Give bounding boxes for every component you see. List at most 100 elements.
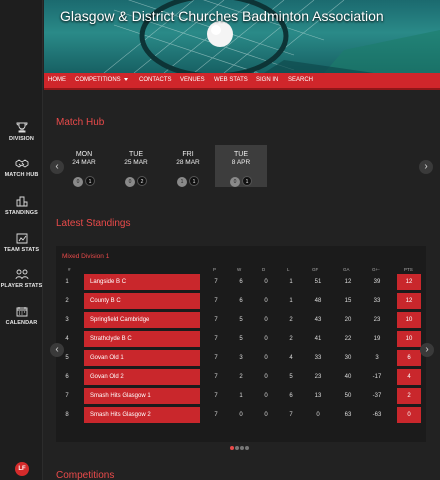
cell-gf: 43 — [314, 317, 322, 323]
table-row[interactable]: 6 Govan Old 2 7 2 0 5 23 40 -17 4 — [56, 369, 426, 386]
main-navbar: HOME COMPETITIONS CONTACTS VENUES WEB ST… — [44, 73, 440, 90]
row-position: 1 — [65, 279, 69, 285]
nav-search[interactable]: SEARCH — [288, 77, 313, 83]
team-name[interactable]: Smash Hits Glasgow 1 — [84, 388, 200, 404]
nav-sign-in[interactable]: SIGN IN — [256, 77, 278, 83]
row-position: 8 — [65, 412, 69, 418]
match-date: 8 APR — [231, 159, 251, 166]
match-card[interactable]: TUE 25 MAR 02 — [110, 145, 162, 187]
standings-title: Latest Standings — [56, 218, 131, 229]
cell-pts: 0 — [397, 407, 421, 423]
cell-gd: 33 — [373, 298, 381, 304]
nav-venues[interactable]: VENUES — [180, 77, 205, 83]
sidebar-item-division[interactable]: DIVISION — [0, 122, 43, 142]
team-name[interactable]: Smash Hits Glasgow 2 — [84, 407, 200, 423]
cell-d: 0 — [264, 279, 268, 285]
sidebar-item-label: DIVISION — [9, 136, 34, 142]
nav-contacts[interactable]: CONTACTS — [139, 77, 172, 83]
cell-d: 0 — [264, 412, 268, 418]
cell-gf: 13 — [314, 393, 322, 399]
match-card[interactable]: FRI 28 MAR 11 — [162, 145, 214, 187]
cell-pts: 12 — [397, 274, 421, 290]
cell-pts: 2 — [397, 388, 421, 404]
team-name[interactable]: Strathclyde B C — [84, 331, 200, 347]
sidebar-item-label: TEAM STATS — [3, 247, 40, 253]
cell-d: 0 — [264, 374, 268, 380]
standings-next-button[interactable]: › — [420, 343, 434, 357]
cell-gd: -63 — [372, 412, 382, 418]
count-badge: 0 — [73, 177, 83, 187]
sidebar-item-match-hub[interactable]: MATCH HUB — [0, 158, 43, 178]
table-row[interactable]: 4 Strathclyde B C 7 5 0 2 41 22 19 10 — [56, 331, 426, 348]
match-counts: 02 — [110, 170, 162, 187]
cell-p: 7 — [214, 355, 218, 361]
table-row[interactable]: 7 Smash Hits Glasgow 1 7 1 0 6 13 50 -37 2 — [56, 388, 426, 405]
header-ga: GA — [343, 267, 350, 272]
standings-table: Mixed Division 1 # P W D L GF GA G+- PTS… — [56, 246, 426, 442]
team-name[interactable]: Langside B C — [84, 274, 200, 290]
team-name[interactable]: Govan Old 2 — [84, 369, 200, 385]
cell-w: 6 — [239, 298, 243, 304]
table-row[interactable]: 8 Smash Hits Glasgow 2 7 0 0 7 0 63 -63 0 — [56, 407, 426, 424]
table-row[interactable]: 2 County B C 7 6 0 1 48 15 33 12 — [56, 293, 426, 310]
cell-ga: 15 — [344, 298, 352, 304]
cell-l: 2 — [289, 336, 293, 342]
cell-w: 3 — [239, 355, 243, 361]
pagination-dot[interactable] — [245, 446, 249, 450]
match-card[interactable]: MON 24 MAR 01 — [58, 145, 110, 187]
standings-prev-button[interactable]: ‹ — [50, 343, 64, 357]
cell-gf: 23 — [314, 374, 322, 380]
cell-p: 7 — [214, 393, 218, 399]
cell-p: 7 — [214, 298, 218, 304]
header-l: L — [287, 267, 290, 272]
cell-ga: 22 — [344, 336, 352, 342]
sidebar-item-standings[interactable]: STANDINGS — [0, 196, 43, 216]
calendar-icon — [16, 307, 27, 317]
team-name[interactable]: Govan Old 1 — [84, 350, 200, 366]
team-name[interactable]: Springfield Cambridge — [84, 312, 200, 328]
match-card-selected[interactable]: TUE 8 APR 01 — [215, 145, 267, 187]
pagination-dot[interactable] — [240, 446, 244, 450]
competitions-title: Competitions — [56, 470, 115, 480]
match-hub-next-button[interactable]: › — [419, 160, 433, 174]
nav-web-stats[interactable]: WEB STATS — [214, 77, 248, 83]
cell-ga: 50 — [344, 393, 352, 399]
site-title: Glasgow & District Churches Badminton As… — [60, 8, 384, 24]
header-pts: PTS — [404, 267, 413, 272]
sidebar-item-label: CALENDAR — [5, 320, 38, 326]
nav-competitions[interactable]: COMPETITIONS — [75, 77, 128, 83]
team-name[interactable]: County B C — [84, 293, 200, 309]
row-position: 6 — [65, 374, 69, 380]
app-logo[interactable]: LF — [15, 462, 29, 476]
cell-p: 7 — [214, 374, 218, 380]
nav-home[interactable]: HOME — [48, 77, 66, 83]
match-day: TUE — [129, 151, 143, 158]
count-badge: 1 — [189, 176, 199, 186]
cell-gd: -37 — [372, 393, 382, 399]
row-position: 2 — [65, 298, 69, 304]
cell-w: 1 — [239, 393, 243, 399]
cell-w: 2 — [239, 374, 243, 380]
sidebar-item-player-stats[interactable]: PLAYER STATS — [0, 269, 43, 289]
pagination-dot[interactable] — [235, 446, 239, 450]
pagination-dot[interactable] — [230, 446, 234, 450]
header-d: D — [262, 267, 266, 272]
table-row[interactable]: 3 Springfield Cambridge 7 5 0 2 43 20 23 10 — [56, 312, 426, 329]
cell-w: 0 — [239, 412, 243, 418]
division-name[interactable]: Mixed Division 1 — [62, 253, 109, 260]
handshake-icon — [15, 159, 28, 168]
nav-competitions-label: COMPETITIONS — [75, 77, 121, 83]
cell-gd: 19 — [373, 336, 381, 342]
sidebar-item-team-stats[interactable]: TEAM STATS — [0, 233, 43, 253]
table-row[interactable]: 5 Govan Old 1 7 3 0 4 33 30 3 6 — [56, 350, 426, 367]
count-badge: 1 — [177, 177, 187, 187]
count-badge: 2 — [137, 176, 147, 186]
cell-w: 5 — [239, 336, 243, 342]
table-row[interactable]: 1 Langside B C 7 6 0 1 51 12 39 12 — [56, 274, 426, 291]
team-stats-icon — [16, 233, 27, 244]
sidebar-item-calendar[interactable]: CALENDAR — [0, 306, 43, 326]
cell-gd: -17 — [372, 374, 382, 380]
cell-gd: 23 — [373, 317, 381, 323]
sidebar-item-label: MATCH HUB — [4, 172, 39, 178]
match-day: FRI — [182, 151, 194, 158]
